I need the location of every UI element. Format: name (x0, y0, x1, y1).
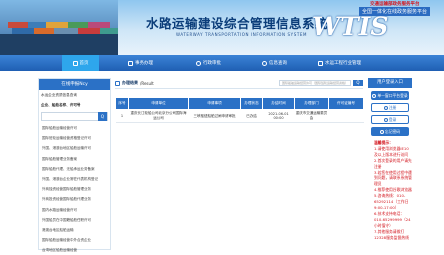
nav-item-home[interactable]: 首页 (62, 55, 99, 71)
notice-line: 3.若您在使用过程中遇到问题，请联系系统管理员 (374, 169, 412, 187)
table-header: 许可证编号 (328, 97, 364, 110)
table-header: 申请事项 (188, 97, 241, 110)
nav-item-label: 水运工程行业管理 (325, 61, 361, 66)
nav-item-query[interactable]: 信息查询 (262, 55, 287, 71)
main-nav: 首页 事务办理 行政审批 信息查询 水运工程行业管理 (0, 55, 444, 71)
table-cell: 2021-06-01 00:00 (262, 109, 295, 123)
login-button[interactable]: 登录 (371, 115, 409, 124)
sidebar-link[interactable]: 国际船舶管理业务备案 (39, 154, 110, 164)
button-label: 忘记密码 (384, 128, 401, 134)
right-panel: 用户登录入口 单一窗口平台登录 注册 登录 忘记密码 温馨提示： 1.请使用浏览… (368, 78, 412, 240)
result-search-input[interactable]: 国际船舶运输经营许可（国际班轮运输经营资格） (279, 80, 351, 86)
sidebar-link[interactable]: 外国、港澳台地区船舶运输许可 (39, 143, 110, 153)
button-label: 单一窗口平台登录 (377, 92, 408, 98)
sidebar-search: Q (41, 112, 108, 121)
nav-item-industry[interactable]: 水运工程行业管理 (318, 55, 361, 71)
nav-item-label: 信息查询 (269, 61, 287, 66)
system-title: 水路运输建设综合管理信息系统 (146, 16, 329, 31)
user-icon (372, 93, 377, 98)
notice-line: 5.咨询热线：010-65292114（工作日9:00-17:00） (374, 193, 409, 210)
register-button[interactable]: 注册 (371, 103, 409, 112)
sidebar-search-label: 企业、船舶名称、许可号 (41, 102, 81, 107)
result-table: 序号 申请单位 申请事项 办理状态 办结时间 办理部门 许可证编号 1 重庆长江… (115, 97, 364, 123)
login-panel-title: 用户登录入口 (368, 78, 412, 88)
sidebar-link[interactable]: 外国船员在中国籍船舶任职许可 (39, 215, 110, 225)
forgot-password-button[interactable]: 忘记密码 (371, 127, 409, 136)
table-cell: 重庆市交通运输委员会 (294, 109, 329, 123)
sidebar-link[interactable]: 国内水路运输经营许可 (39, 205, 110, 215)
notice-line: 7.其他服务请拨打12328服务监督热线 (374, 228, 409, 240)
button-label: 登录 (388, 116, 397, 122)
sidebar-link[interactable]: 台湾地区船舶运输经营 (39, 245, 110, 255)
notice-line: 6.技术支持电话：010-65299999（24小时值守） (374, 210, 411, 228)
table-header: 申请单位 (128, 97, 189, 110)
sidebar-search-button[interactable]: Q (98, 112, 107, 121)
notice-line: 1.请使用浏览器IE10及以上版本进行访问 (374, 145, 409, 157)
table-row[interactable]: 1 重庆长江轮船公司北京分公司国际海运公司 三峡枢纽船舶过闸申请审批 已办结 2… (115, 109, 364, 123)
sidebar-link[interactable]: 外商独资经营国际船舶管理业务 (39, 184, 110, 194)
sidebar-link[interactable]: 外国、港澳台企业常驻代表机构登记 (39, 174, 110, 184)
search-icon (262, 60, 267, 66)
table-header: 序号 (115, 97, 129, 110)
breadcrumb-path: /Result (140, 80, 154, 86)
result-search-button[interactable]: Q (353, 80, 363, 86)
sidebar-link[interactable]: 国际船舶运输经营中外合资企业 (39, 235, 110, 245)
table-cell (328, 109, 364, 123)
table-cell: 三峡枢纽船舶过闸申请审批 (188, 109, 241, 123)
table-cell: 已办结 (240, 109, 263, 123)
sidebar-search-input[interactable] (42, 113, 98, 120)
list-icon (115, 80, 120, 86)
sidebar-link[interactable]: 港澳台地区船舶运输 (39, 225, 110, 235)
table-header-row: 序号 申请单位 申请事项 办理状态 办结时间 办理部门 许可证编号 (115, 97, 364, 110)
notice-line: 2.首次登录的用户请先注册 (374, 157, 412, 169)
chart-icon (318, 60, 323, 66)
left-sidebar: 在线申报Ncy 水运企业资质信息查询 企业、船舶名称、许可号 Q 国际船舶运输经… (38, 78, 111, 252)
nav-item-label: 事务办理 (135, 61, 153, 66)
cargo-ship-image (0, 0, 118, 55)
sidebar-link[interactable]: 国际船舶运输经营许可 (39, 123, 110, 133)
system-title-en: WATERWAY TRANSPORTATION INFORMATION SYST… (176, 32, 308, 37)
sidebar-link[interactable]: 外商投资经营国际船舶代理业务 (39, 194, 110, 204)
home-icon (72, 60, 78, 66)
nav-item-approval[interactable]: 行政审批 (196, 55, 221, 71)
main-content: 办理结果 /Result 国际船舶运输经营许可（国际班轮运输经营资格） Q 序号… (115, 78, 364, 250)
key-icon (379, 129, 384, 134)
sidebar-title: 在线申报Ncy (39, 79, 110, 90)
button-label: 注册 (388, 104, 397, 110)
nav-item-affairs[interactable]: 事务办理 (128, 55, 153, 71)
breadcrumb-label: 办理结果 (122, 80, 138, 85)
sidebar-link[interactable]: 国际班轮运输经营资格登记许可 (39, 133, 110, 143)
user-add-icon (383, 105, 388, 110)
table-header: 办理状态 (240, 97, 263, 110)
single-window-login-button[interactable]: 单一窗口平台登录 (371, 91, 409, 100)
nav-item-label: 行政审批 (203, 61, 221, 66)
login-icon (383, 117, 388, 122)
nav-item-label: 首页 (79, 61, 89, 66)
table-cell: 1 (115, 109, 129, 123)
table-header: 办理部门 (294, 97, 329, 110)
notice-text: 温馨提示： 1.请使用浏览器IE10及以上版本进行访问 2.首次登录的用户请先注… (368, 140, 412, 240)
header-banner: 水路运输建设综合管理信息系统 WATERWAY TRANSPORTATION I… (0, 0, 444, 55)
sidebar-top-link[interactable]: 水运企业资质信息查询 (39, 90, 110, 100)
sidebar-link[interactable]: 国际船舶代理、无船承运业务备案 (39, 164, 110, 174)
table-header: 办结时间 (262, 97, 295, 110)
stamp-icon (196, 60, 201, 66)
wtis-logo: WTIS (312, 12, 389, 41)
table-cell: 重庆长江轮船公司北京分公司国际海运公司 (128, 109, 189, 123)
doc-icon (128, 60, 133, 66)
slogan-bottom: 全国一体化在线政务服务平台 (359, 7, 431, 16)
